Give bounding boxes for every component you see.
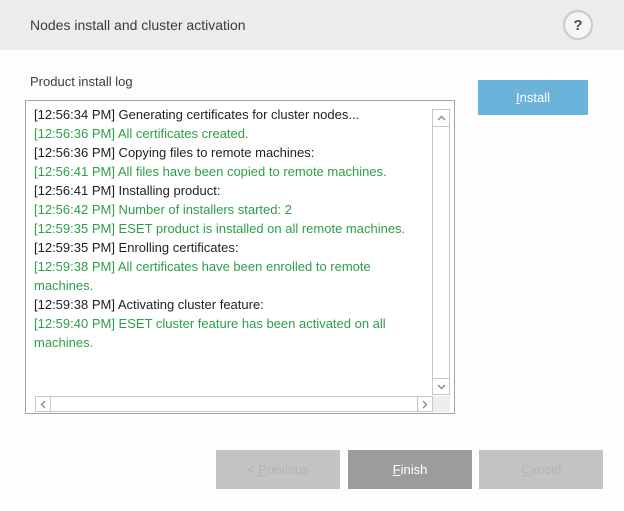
log-entry: [12:59:35 PM] Enrolling certificates: [34, 238, 431, 257]
scrollbar-corner [433, 396, 450, 412]
chevron-left-icon [40, 400, 46, 409]
log-entry: [12:59:40 PM] ESET cluster feature has b… [34, 314, 431, 352]
install-log-pane[interactable]: [12:56:34 PM] Generating certificates fo… [25, 100, 455, 414]
scroll-down-button[interactable] [433, 378, 449, 394]
page-title: Nodes install and cluster activation [30, 17, 246, 33]
previous-button-label: < Previous [247, 462, 309, 477]
cancel-button[interactable]: Cancel [479, 450, 603, 489]
log-entry: [12:56:42 PM] Number of installers start… [34, 200, 431, 219]
wizard-dialog: Nodes install and cluster activation ? P… [0, 0, 624, 511]
vertical-scrollbar[interactable] [432, 109, 450, 395]
help-button[interactable]: ? [563, 10, 593, 40]
log-entry: [12:56:41 PM] All files have been copied… [34, 162, 431, 181]
previous-button[interactable]: < Previous [216, 450, 340, 489]
log-entry: [12:56:36 PM] Copying files to remote ma… [34, 143, 431, 162]
header-bar: Nodes install and cluster activation ? [0, 0, 624, 50]
scroll-left-button[interactable] [36, 397, 51, 411]
scroll-right-button[interactable] [417, 397, 432, 411]
log-entry: [12:56:36 PM] All certificates created. [34, 124, 431, 143]
install-button-label: Install [516, 90, 550, 105]
log-entry: [12:59:35 PM] ESET product is installed … [34, 219, 431, 238]
log-entry: [12:59:38 PM] Activating cluster feature… [34, 295, 431, 314]
finish-button-label: Finish [393, 462, 428, 477]
log-entry: [12:56:34 PM] Generating certificates fo… [34, 105, 431, 124]
chevron-right-icon [422, 400, 428, 409]
cancel-button-label: Cancel [521, 462, 561, 477]
install-log-text: [12:56:34 PM] Generating certificates fo… [34, 105, 431, 352]
log-label: Product install log [30, 74, 133, 89]
log-entry: [12:56:41 PM] Installing product: [34, 181, 431, 200]
install-button[interactable]: Install [478, 80, 588, 115]
log-entry: [12:59:38 PM] All certificates have been… [34, 257, 431, 295]
horizontal-scrollbar[interactable] [35, 396, 433, 412]
question-mark-icon: ? [565, 12, 591, 38]
scroll-up-button[interactable] [433, 110, 449, 127]
chevron-up-icon [437, 115, 446, 121]
chevron-down-icon [437, 384, 446, 390]
finish-button[interactable]: Finish [348, 450, 472, 489]
